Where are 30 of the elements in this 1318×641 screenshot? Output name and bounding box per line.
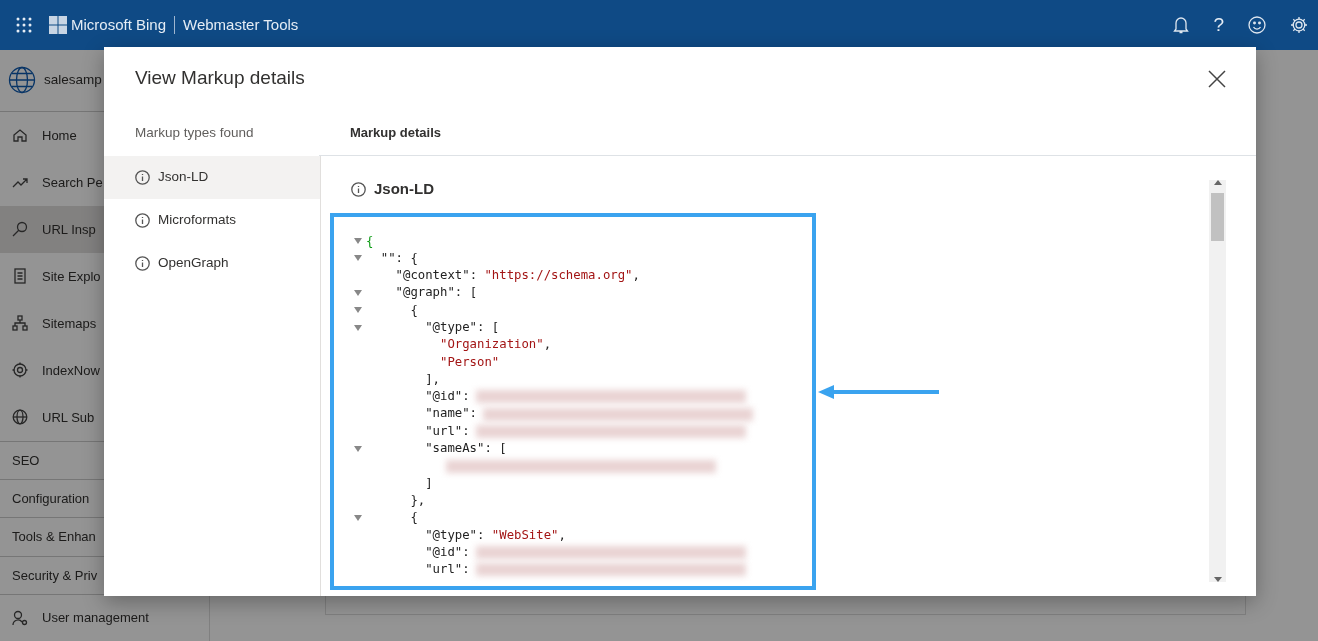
string-value: "WebSite" (491, 526, 559, 544)
code-text: }, (410, 491, 426, 509)
code-text: "@id": (425, 543, 470, 561)
column-heading: Markup details (350, 123, 442, 142)
code-text: "url": (425, 561, 470, 579)
product-name: Webmaster Tools (183, 14, 299, 35)
code-text: "@context": (395, 267, 479, 285)
code-text: , (632, 267, 640, 285)
code-text: { (410, 509, 418, 527)
code-text: "@graph": [ (395, 284, 478, 302)
code-text: "url": (425, 422, 470, 440)
dialog-title: View Markup details (135, 66, 305, 91)
string-value: "https://schema.org" (484, 267, 633, 285)
code-text: "": { (380, 249, 418, 267)
string-value: "Organization" (440, 336, 544, 354)
string-value: "Person" (440, 353, 500, 371)
code-text: "@id": (425, 388, 470, 406)
code-text: "@type": [ (425, 319, 500, 336)
code-text: "sameAs": [ (425, 440, 507, 458)
code-text: "name": (425, 405, 477, 423)
code-text: "@type": (425, 526, 486, 544)
code-text: { (366, 232, 374, 250)
code-text: , (543, 336, 552, 354)
column-heading: Markup types found (135, 123, 254, 142)
section-title: Json-LD (374, 179, 434, 199)
code-text: { (410, 301, 418, 319)
code-text: ], (425, 370, 440, 388)
code-text: ] (425, 474, 433, 492)
brand-name: Microsoft Bing (71, 14, 167, 35)
code-text: , (558, 526, 566, 544)
